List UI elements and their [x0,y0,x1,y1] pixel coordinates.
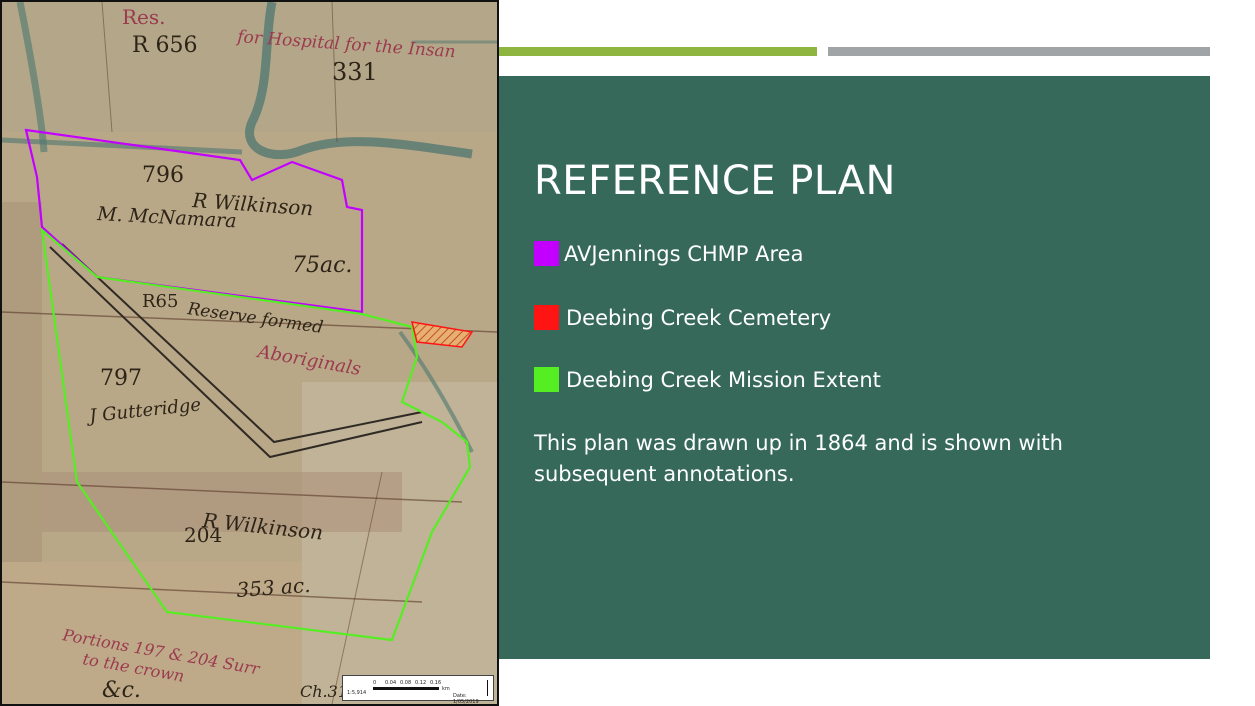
map-svg: Res. R 656 for Hospital for the Insan 33… [2,2,497,704]
legend-label-chmp-area: AVJennings CHMP Area [564,241,804,266]
legend-label-cemetery: Deebing Creek Cemetery [566,305,832,330]
scale-tick-2: 0.08 [400,680,412,686]
slide-title: REFERENCE PLAN [534,158,896,204]
legend-item-chmp-area: AVJennings CHMP Area [534,240,803,267]
map-label-r65: R65 [142,291,178,312]
scale-tick-3: 0.12 [415,680,427,686]
legend-swatch-purple [534,241,559,266]
legend-swatch-red [534,305,559,330]
map-label-331: 331 [332,58,378,86]
map-scale-bar: 1:5,914 0 0.04 0.08 0.12 0.16 km Date: 1… [342,675,494,704]
scale-tick-0: 0 [373,680,377,686]
map-label-797: 797 [100,366,142,391]
map-label-res: Res. [122,5,166,29]
map-label-75ac: 75ac. [292,253,352,278]
reference-plan-map: Res. R 656 for Hospital for the Insan 33… [0,0,499,706]
accent-bar-green [499,47,817,56]
legend-item-cemetery: Deebing Creek Cemetery [534,304,831,331]
map-label-etc: &c. [102,678,141,703]
scale-ratio: 1:5,914 [347,690,367,696]
scale-tick-4: 0.16 [430,680,442,686]
scale-unit: km [442,686,450,692]
plan-description: This plan was drawn up in 1864 and is sh… [534,431,1063,486]
map-label-796: 796 [142,163,184,188]
map-label-ch31: Ch.31 [300,682,348,701]
legend-swatch-green [534,367,559,392]
scale-bar-graphic [373,687,439,690]
map-label-r656: R 656 [132,33,198,58]
legend-item-mission-extent: Deebing Creek Mission Extent [534,366,881,393]
legend-label-mission-extent: Deebing Creek Mission Extent [566,367,881,392]
scale-tick-1: 0.04 [385,680,397,686]
north-arrow-icon [487,680,488,696]
accent-bar-gray [828,47,1210,56]
